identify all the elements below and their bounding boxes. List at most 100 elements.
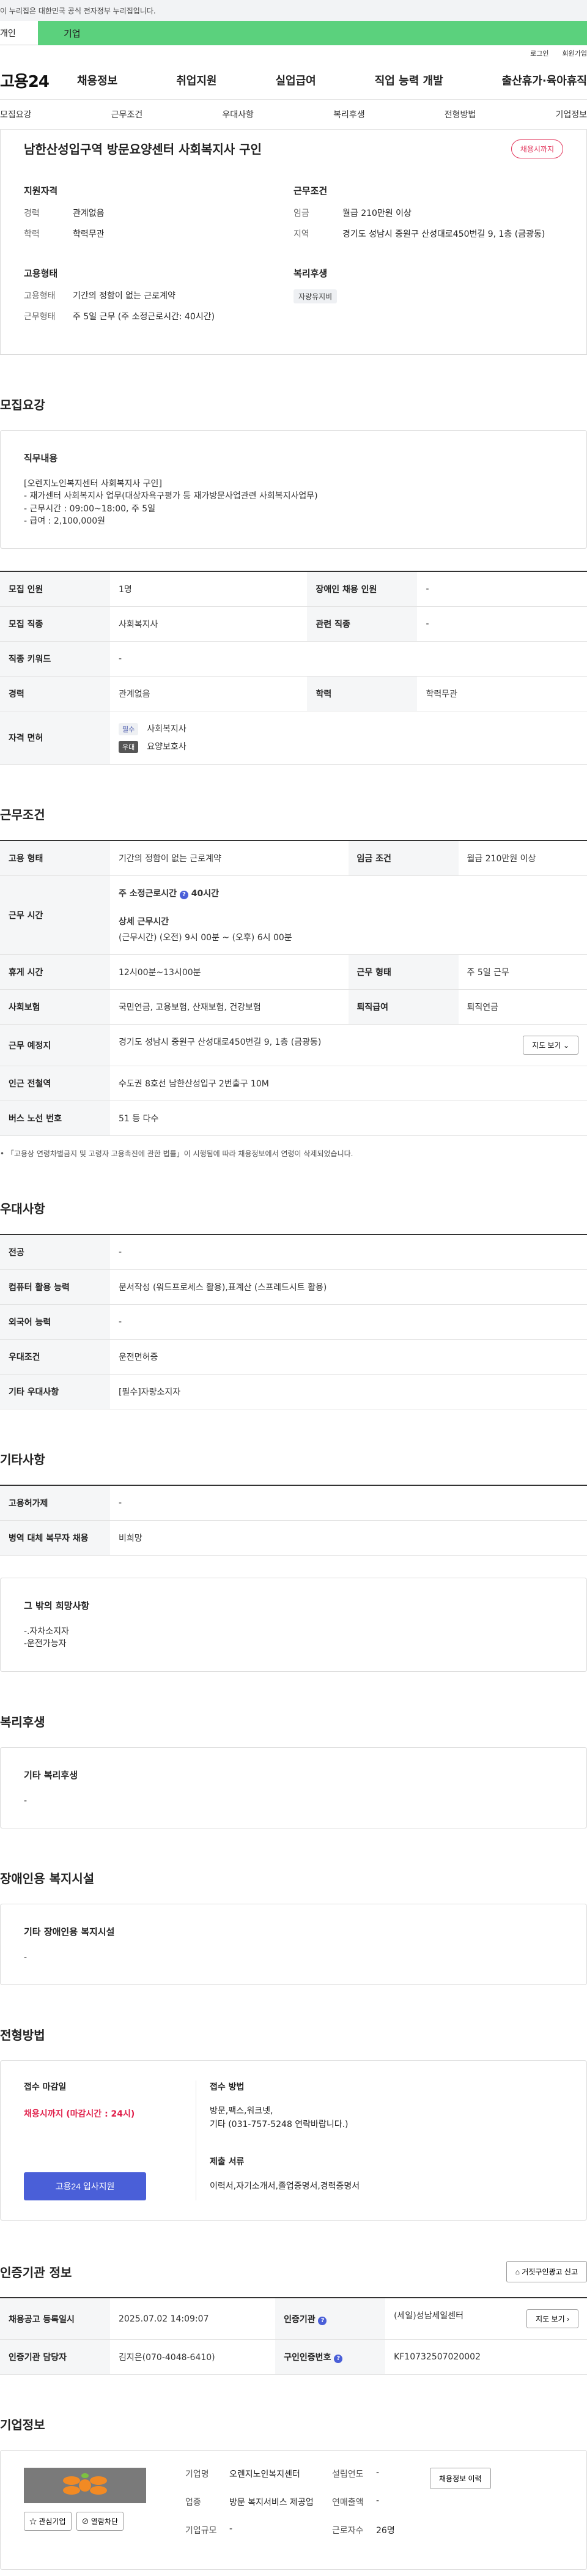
related-job-value: - bbox=[417, 606, 587, 642]
weekly-hours-label: 주 소정근로시간 bbox=[119, 889, 177, 899]
global-nav: 고용24 채용정보 취업지원 실업급여 직업 능력 개발 출산휴가·육아휴직 bbox=[0, 61, 587, 99]
etc-table: 고용허가제 - 병역 대체 복무자 채용 비희망 bbox=[0, 1485, 587, 1556]
gnb-item-jobs[interactable]: 채용정보 bbox=[77, 72, 117, 88]
subnav-conditions[interactable]: 근무조건 bbox=[111, 108, 143, 121]
tab-company[interactable]: 기업 bbox=[38, 21, 587, 45]
registered-at-label: 채용공고 등록일시 bbox=[0, 2298, 110, 2340]
recruit-count-label: 모집 인원 bbox=[0, 571, 110, 607]
job-history-button[interactable]: 채용정보 이력 bbox=[430, 2468, 491, 2490]
company-size-label: 기업규모 bbox=[185, 2526, 217, 2536]
company-section-title: 기업정보 bbox=[0, 2418, 45, 2433]
insurance-label: 사회보험 bbox=[0, 989, 110, 1025]
founded-year-label: 설립연도 bbox=[332, 2470, 364, 2480]
info-icon[interactable]: ? bbox=[179, 891, 188, 900]
qualification-heading: 지원자격 bbox=[24, 185, 58, 196]
documents-heading: 제출 서류 bbox=[210, 2156, 245, 2167]
join-link[interactable]: 회원가입 bbox=[563, 48, 587, 58]
welfare-text: - bbox=[24, 1795, 28, 1806]
gnb-item-parental-leave[interactable]: 출산휴가·육아휴직 bbox=[502, 72, 587, 88]
cert-number-value: KF10732507020002 bbox=[385, 2339, 587, 2375]
language-value: - bbox=[110, 1304, 587, 1340]
severance-value: 퇴직연금 bbox=[458, 989, 587, 1025]
welfare-heading: 복리후생 bbox=[294, 268, 328, 279]
related-job-label: 관련 직종 bbox=[307, 606, 418, 642]
staff-value: 김지은(070-4048-6410) bbox=[110, 2339, 276, 2375]
subnav-recruit[interactable]: 모집요강 bbox=[0, 108, 32, 121]
work-employment-type-label: 고용 형태 bbox=[0, 841, 110, 877]
site-logo[interactable]: 고용24 bbox=[0, 69, 77, 92]
deadline-badge: 채용시까지 bbox=[511, 139, 563, 158]
region-label: 지역 bbox=[294, 229, 309, 239]
tab-personal[interactable]: 개인 bbox=[0, 21, 38, 45]
deadline-value: 채용시까지 (마감시간 : 24시) bbox=[24, 2109, 135, 2120]
language-label: 외국어 능력 bbox=[0, 1304, 110, 1340]
gnb-item-training[interactable]: 직업 능력 개발 bbox=[375, 72, 443, 88]
job-summary-card: 남한산성입구역 방문요양센터 사회복지사 구인 채용시까지 지원자격 경력 관계없… bbox=[0, 130, 587, 355]
wish-heading: 그 밖의 희망사항 bbox=[24, 1600, 90, 1612]
chevron-right-icon: › bbox=[567, 2315, 569, 2324]
facility-text: - bbox=[24, 1953, 28, 1963]
work-shape-label: 근무 형태 bbox=[348, 954, 459, 990]
break-time-value: 12시00분~13시00분 bbox=[110, 954, 349, 990]
facility-sub-heading: 기타 장애인용 복지시설 bbox=[24, 1926, 115, 1938]
method-heading: 접수 방법 bbox=[210, 2082, 245, 2093]
agency-label: 인증기관 ? bbox=[275, 2298, 386, 2340]
house-icon: ⌂ bbox=[515, 2268, 520, 2277]
job-keyword-value: - bbox=[110, 641, 587, 677]
recruit-section-title: 모집요강 bbox=[0, 398, 45, 412]
gnb-item-support[interactable]: 취업지원 bbox=[176, 72, 216, 88]
detail-hours-text: (근무시간) (오전) 9시 00분 ~ (오후) 6시 00분 bbox=[119, 933, 292, 943]
screening-section-title: 전형방법 bbox=[0, 2028, 45, 2043]
disabled-count-value: - bbox=[417, 571, 587, 607]
top-tabs: 개인 기업 bbox=[0, 21, 587, 45]
screening-box: 접수 마감일 채용시까지 (마감시간 : 24시) 고용24 입사지원 접수 방… bbox=[0, 2060, 587, 2221]
other-preference-value: [필수]자량소지자 bbox=[110, 1374, 587, 1410]
work-hours-label: 근무 시간 bbox=[0, 875, 110, 956]
wish-text: -.자차소지자 -운전가능자 bbox=[24, 1627, 69, 1649]
welfare-box: 기타 복리후생 - bbox=[0, 1746, 587, 1829]
info-icon[interactable]: ? bbox=[318, 2316, 327, 2325]
recruit-education-value: 학력무관 bbox=[417, 676, 587, 712]
job-keyword-label: 직종 키워드 bbox=[0, 641, 110, 677]
computer-skill-value: 문서작성 (워드프로세스 활용),표계산 (스프레드시트 활용) bbox=[110, 1269, 587, 1305]
disabled-count-label: 장애인 채용 인원 bbox=[307, 571, 418, 607]
employment-type-value: 기간의 정함이 없는 근로계약 bbox=[73, 291, 175, 301]
company-name-label: 기업명 bbox=[185, 2470, 209, 2480]
subnav-screening[interactable]: 전형방법 bbox=[445, 108, 476, 121]
military-label: 병역 대체 복무자 채용 bbox=[0, 1520, 110, 1556]
deadline-heading: 접수 마감일 bbox=[24, 2082, 67, 2093]
block-view-button[interactable]: ⊘ 열람차단 bbox=[76, 2512, 124, 2531]
military-value: 비희망 bbox=[110, 1520, 587, 1556]
subnav-company[interactable]: 기업정보 bbox=[555, 108, 587, 121]
work-wage-value: 월급 210만원 이상 bbox=[458, 841, 587, 877]
break-time-label: 휴게 시간 bbox=[0, 954, 110, 990]
subnav-welfare[interactable]: 복리후생 bbox=[333, 108, 365, 121]
job-category-value: 사회복지사 bbox=[110, 606, 308, 642]
job-category-label: 모집 직종 bbox=[0, 606, 110, 642]
work-section-title: 근무조건 bbox=[0, 807, 45, 823]
license-label: 자격 면허 bbox=[0, 711, 110, 765]
agency-map-button[interactable]: 지도 보기 › bbox=[526, 2309, 578, 2329]
welfare-tag: 자량유지비 bbox=[294, 289, 338, 303]
insurance-value: 국민연금, 고용보험, 산재보험, 건강보험 bbox=[110, 989, 349, 1025]
report-fake-ad-button[interactable]: ⌂ 거짓구인광고 신고 bbox=[506, 2261, 587, 2283]
block-icon: ⊘ bbox=[81, 2517, 89, 2526]
apply-button[interactable]: 고용24 입사지원 bbox=[24, 2172, 146, 2201]
favorite-company-button[interactable]: ☆ 관심기업 bbox=[24, 2512, 72, 2531]
education-value: 학력무관 bbox=[73, 229, 105, 239]
cert-number-label: 구인인증번호 ? bbox=[275, 2339, 386, 2375]
license-value: 필수 사회복지사 우대 요양보호사 bbox=[110, 711, 587, 765]
employment-type-heading: 고용형태 bbox=[24, 268, 58, 279]
gnb-item-unemployment[interactable]: 실업급여 bbox=[276, 72, 316, 88]
map-view-button[interactable]: 지도 보기 ⌄ bbox=[523, 1036, 578, 1055]
subnav-preferences[interactable]: 우대사항 bbox=[222, 108, 254, 121]
login-link[interactable]: 로그인 bbox=[530, 48, 548, 58]
documents-value: 이력서,자기소개서,졸업증명서,경력증명서 bbox=[210, 2181, 360, 2191]
info-icon[interactable]: ? bbox=[334, 2355, 343, 2364]
work-table: 고용 형태 기간의 정함이 없는 근로계약 임금 조건 월급 210만원 이상 … bbox=[0, 840, 587, 1137]
star-icon: ☆ bbox=[29, 2517, 37, 2526]
company-box: ☆ 관심기업 ⊘ 열람차단 기업명 오렌지노인복지센터 업종 방문 복지서비스 제공… bbox=[0, 2450, 587, 2570]
preference-table: 전공 - 컴퓨터 활용 능력 문서작성 (워드프로세스 활용),표계산 (스프레드시… bbox=[0, 1234, 587, 1410]
region-value: 경기도 성남시 중원구 산성대로450번길 9, 1층 (금광동) bbox=[342, 229, 545, 239]
work-permit-value: - bbox=[110, 1485, 587, 1521]
